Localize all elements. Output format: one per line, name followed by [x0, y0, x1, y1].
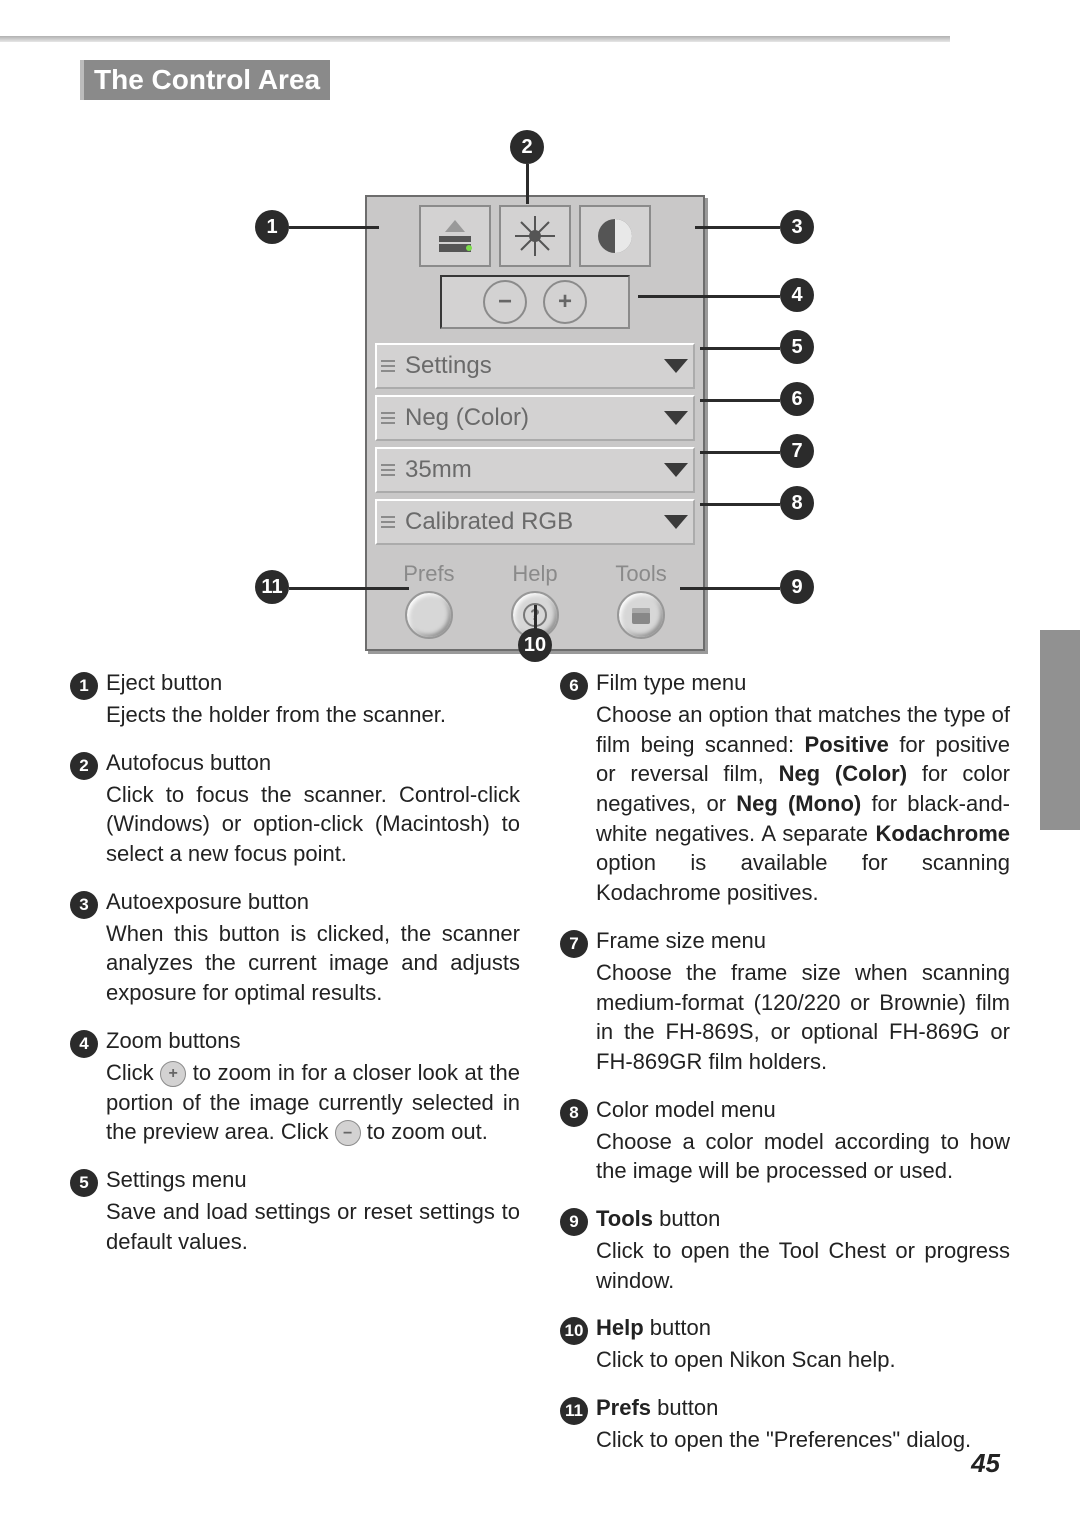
callout-2: 2	[510, 130, 544, 164]
item-badge-8: 8	[560, 1099, 588, 1127]
prefs-label: Prefs	[403, 561, 454, 587]
eject-button[interactable]	[419, 205, 491, 267]
item-body-1: Ejects the holder from the scanner.	[106, 700, 520, 730]
item-body-9: Click to open the Tool Chest or progress…	[596, 1236, 1010, 1295]
item-badge-9: 9	[560, 1208, 588, 1236]
autofocus-icon	[513, 214, 557, 258]
tools-icon	[628, 602, 654, 628]
zoom-in-button[interactable]: +	[543, 280, 587, 324]
prefs-button[interactable]	[405, 591, 453, 639]
item-badge-7: 7	[560, 930, 588, 958]
color-model-menu-label: Calibrated RGB	[399, 508, 659, 536]
item-title-1: Eject button	[106, 670, 222, 696]
section-title: The Control Area	[80, 60, 330, 100]
callout-4: 4	[780, 278, 814, 312]
eject-icon	[433, 214, 477, 258]
side-tab	[1040, 630, 1080, 830]
item-badge-4: 4	[70, 1030, 98, 1058]
callout-6: 6	[780, 382, 814, 416]
item-badge-3: 3	[70, 891, 98, 919]
item-title-11: Prefs button	[596, 1395, 718, 1421]
item-title-8: Color model menu	[596, 1097, 776, 1123]
item-badge-1: 1	[70, 672, 98, 700]
chevron-down-icon	[659, 345, 693, 387]
item-badge-11: 11	[560, 1397, 588, 1425]
item-badge-10: 10	[560, 1317, 588, 1345]
item-body-8: Choose a color model according to how th…	[596, 1127, 1010, 1186]
item-body-5: Save and load settings or reset settings…	[106, 1197, 520, 1256]
right-column: 6 Film type menu Choose an option that mat…	[560, 670, 1010, 1475]
top-gradient-bar	[0, 36, 950, 42]
callout-8: 8	[780, 486, 814, 520]
zoom-out-button[interactable]: −	[483, 280, 527, 324]
tools-label: Tools	[615, 561, 666, 587]
color-model-menu[interactable]: Calibrated RGB	[375, 499, 695, 545]
autofocus-button[interactable]	[499, 205, 571, 267]
tools-button[interactable]	[617, 591, 665, 639]
item-title-4: Zoom buttons	[106, 1028, 241, 1054]
settings-menu[interactable]: Settings	[375, 343, 695, 389]
help-label: Help	[512, 561, 557, 587]
item-title-9: Tools button	[596, 1206, 720, 1232]
callout-1: 1	[255, 210, 289, 244]
film-type-menu[interactable]: Neg (Color)	[375, 395, 695, 441]
page-number: 45	[971, 1448, 1000, 1479]
item-body-6: Choose an option that matches the type o…	[596, 700, 1010, 908]
callout-3: 3	[780, 210, 814, 244]
item-badge-2: 2	[70, 752, 98, 780]
chevron-down-icon	[659, 501, 693, 543]
item-body-4: Click + to zoom in for a closer look at …	[106, 1058, 520, 1147]
callout-11: 11	[255, 570, 289, 604]
item-title-3: Autoexposure button	[106, 889, 309, 915]
item-badge-6: 6	[560, 672, 588, 700]
chevron-down-icon	[659, 397, 693, 439]
item-body-11: Click to open the "Preferences" dialog.	[596, 1425, 1010, 1455]
chevron-down-icon	[659, 449, 693, 491]
autoexposure-icon	[593, 214, 637, 258]
zoom-out-icon: −	[335, 1120, 361, 1146]
film-type-menu-label: Neg (Color)	[399, 404, 659, 432]
item-title-7: Frame size menu	[596, 928, 766, 954]
item-title-5: Settings menu	[106, 1167, 247, 1193]
callout-5: 5	[780, 330, 814, 364]
callout-10: 10	[518, 628, 552, 662]
autoexposure-button[interactable]	[579, 205, 651, 267]
item-body-10: Click to open Nikon Scan help.	[596, 1345, 1010, 1375]
control-area-diagram: 1 2 3 4 5 6 7 8 9 10 11	[190, 130, 890, 630]
settings-menu-label: Settings	[399, 352, 659, 380]
item-body-7: Choose the frame size when scanning medi…	[596, 958, 1010, 1077]
zoom-buttons: − +	[440, 275, 630, 329]
item-title-10: Help button	[596, 1315, 711, 1341]
item-body-2: Click to focus the scanner. Control-clic…	[106, 780, 520, 869]
item-title-6: Film type menu	[596, 670, 746, 696]
frame-size-menu[interactable]: 35mm	[375, 447, 695, 493]
zoom-in-icon: +	[160, 1061, 186, 1087]
control-panel: − + Settings Neg (Color) 35mm	[365, 195, 705, 651]
callout-7: 7	[780, 434, 814, 468]
frame-size-menu-label: 35mm	[399, 456, 659, 484]
item-title-2: Autofocus button	[106, 750, 271, 776]
item-body-3: When this button is clicked, the scanner…	[106, 919, 520, 1008]
callout-9: 9	[780, 570, 814, 604]
item-badge-5: 5	[70, 1169, 98, 1197]
left-column: 1 Eject button Ejects the holder from the …	[70, 670, 520, 1475]
